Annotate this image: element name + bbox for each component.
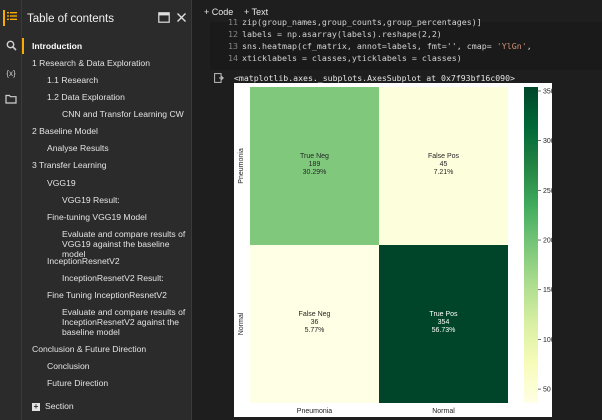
toc-item-introduction[interactable]: Introduction [21, 38, 82, 54]
cell-label: 56.73% [432, 327, 456, 334]
cell-label: True Pos [429, 311, 458, 318]
x-tick-label: Normal [432, 408, 455, 415]
add-section-label: Section [45, 401, 74, 411]
code-text: zip(group_names,group_counts,group_perce… [242, 17, 482, 27]
colorbar-tick-label: 150 [543, 287, 552, 294]
cell-label: 36 [311, 319, 319, 326]
toc-item-analyse-results[interactable]: Analyse Results [47, 143, 109, 153]
output-menu-icon[interactable] [214, 73, 224, 83]
toc-item-inceptionresnetv2-result[interactable]: InceptionResnetV2 Result: [62, 273, 164, 283]
search-icon[interactable] [3, 40, 19, 56]
toc-item-baseline-model[interactable]: 2 Baseline Model [32, 126, 98, 136]
folder-icon[interactable] [3, 93, 19, 109]
notebook-main: + Code + Text 11 zip(group_names,group_co… [192, 0, 602, 420]
toc-item-vgg19-result[interactable]: VGG19 Result: [62, 195, 120, 205]
cell-label: False Neg [299, 311, 331, 318]
line-number: 11 [228, 17, 238, 27]
cell-label: 5.77% [305, 327, 325, 334]
code-line: 14 xticklabels = classes,yticklabels = cl… [210, 53, 462, 64]
close-icon[interactable] [175, 12, 187, 24]
code-cell[interactable]: 11 zip(group_names,group_counts,group_per… [210, 17, 602, 70]
line-number: 14 [228, 53, 238, 63]
toc-icon[interactable] [3, 10, 19, 26]
line-number: 13 [228, 41, 238, 51]
line-number: 12 [228, 29, 238, 39]
cell-label: True Neg [300, 153, 329, 160]
colorbar-tick-label: 50 [543, 387, 551, 394]
colorbar [524, 87, 538, 403]
toc-panel: Table of contents Introduction 1 Researc… [21, 0, 192, 420]
open-in-tab-icon[interactable] [158, 12, 170, 24]
x-tick-label: Pneumonia [297, 408, 333, 415]
code-text: , [526, 41, 532, 51]
code-line: 11 zip(group_names,group_counts,group_per… [210, 17, 482, 28]
toc-item-inceptionresnetv2[interactable]: InceptionResnetV2 [47, 256, 120, 266]
colorbar-tick-label: 350 [543, 88, 552, 95]
add-code-button[interactable]: + Code [204, 7, 233, 17]
output-repr-text: <matplotlib.axes._subplots.AxesSubplot a… [234, 73, 515, 83]
add-section-button[interactable]: + Section [32, 401, 74, 411]
cell-label: 354 [438, 319, 450, 326]
toc-item-cnn-transfer[interactable]: CNN and Transfor Learning CW [62, 109, 184, 119]
y-tick-label: Normal [238, 312, 245, 335]
code-string: 'YlGn' [496, 41, 527, 51]
toc-item-conclusion-future[interactable]: Conclusion & Future Direction [32, 344, 146, 354]
toc-item-conclusion[interactable]: Conclusion [47, 361, 90, 371]
toc-item-vgg19[interactable]: VGG19 [47, 178, 76, 188]
colorbar-tick-label: 200 [543, 238, 552, 245]
cell-label: 45 [440, 161, 448, 168]
y-tick-label: Pneumonia [238, 148, 245, 184]
cell-label: 189 [309, 161, 321, 168]
plus-icon: + [32, 402, 40, 411]
toc-item-research-data-exploration[interactable]: 1 Research & Data Exploration [32, 58, 150, 68]
toc-item-future-direction[interactable]: Future Direction [47, 378, 108, 388]
activity-rail: {x} [0, 0, 22, 420]
code-text: labels = np.asarray(labels).reshape(2,2) [242, 29, 442, 39]
toc-item-finetune-vgg19[interactable]: Fine-tuning VGG19 Model [47, 212, 147, 222]
toc-title: Table of contents [27, 13, 114, 25]
heatmap-figure: True Neg 189 30.29% False Pos 45 7.21% False N… [234, 83, 555, 417]
code-line: 13 sns.heatmap(cf_matrix, annot=labels, f… [210, 41, 532, 52]
code-text: sns.heatmap(cf_matrix, annot=labels, fmt… [242, 41, 497, 51]
toc-item-evaluate-vgg19[interactable]: Evaluate and compare results of VGG19 ag… [62, 229, 192, 259]
toc-item-data-exploration[interactable]: 1.2 Data Exploration [47, 92, 125, 102]
toc-item-finetune-inceptionresnetv2[interactable]: Fine Tuning InceptionResnetV2 [47, 290, 167, 300]
cell-label: 7.21% [434, 169, 454, 176]
confusion-matrix-heatmap: True Neg18930.29% False Pos457.21% False N… [238, 87, 555, 415]
add-text-button[interactable]: + Text [244, 7, 268, 17]
toc-item-research[interactable]: 1.1 Research [47, 75, 98, 85]
code-text: xticklabels = classes,yticklabels = clas… [242, 53, 462, 63]
colorbar-tick-label: 300 [543, 138, 552, 145]
toc-item-evaluate-inceptionresnetv2[interactable]: Evaluate and compare results of Inceptio… [62, 307, 192, 337]
code-line: 12 labels = np.asarray(labels).reshape(2,… [210, 29, 442, 40]
colorbar-tick-label: 100 [543, 337, 552, 344]
cell-label: 30.29% [303, 169, 327, 176]
toc-item-transfer-learning[interactable]: 3 Transfer Learning [32, 160, 107, 170]
cell-label: False Pos [428, 153, 460, 160]
toc-header: Table of contents [22, 0, 192, 34]
variables-icon[interactable]: {x} [3, 66, 19, 82]
colorbar-tick-label: 250 [543, 188, 552, 195]
